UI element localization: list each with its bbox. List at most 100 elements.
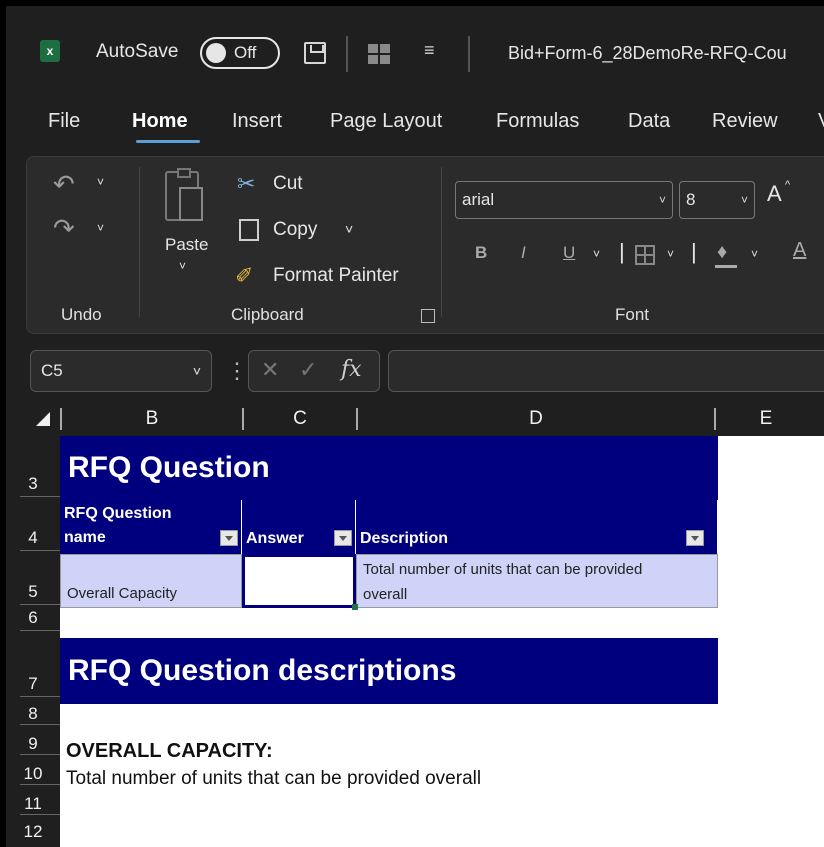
enter-icon[interactable]: ✓ (299, 357, 317, 383)
row-divider (20, 724, 60, 725)
tab-home[interactable]: Home (132, 110, 188, 133)
undo-icon[interactable]: ↶ (53, 169, 75, 200)
name-box-value: C5 (41, 361, 63, 380)
column-header-b[interactable]: B (62, 404, 242, 434)
undo-dropdown-icon[interactable]: ˅ (97, 175, 104, 189)
active-tab-indicator (136, 140, 200, 143)
tab-formulas[interactable]: Formulas (496, 110, 579, 133)
filter-dropdown-icon[interactable] (334, 530, 352, 546)
insert-function-icon[interactable]: fx (341, 357, 362, 382)
header-description-label: Description (360, 530, 449, 547)
worksheet-grid[interactable]: RFQ Question RFQ Question name Answer De… (60, 436, 824, 847)
format-painter-icon: ✐ (235, 263, 254, 288)
customize-toolbar-icon[interactable]: ≡ (424, 40, 435, 61)
save-icon[interactable] (304, 42, 326, 64)
fill-dropdown-icon[interactable]: ˅ (751, 247, 758, 261)
group-label-clipboard: Clipboard (231, 305, 304, 324)
chevron-down-icon: ˅ (740, 193, 748, 207)
autosave-toggle[interactable]: Off (200, 37, 280, 69)
column-header-d[interactable]: D (358, 404, 714, 434)
redo-dropdown-icon[interactable]: ˅ (97, 221, 104, 235)
fill-color-icon[interactable]: ♦ (717, 241, 727, 264)
group-label-undo: Undo (61, 305, 102, 324)
tab-page-layout[interactable]: Page Layout (330, 110, 442, 133)
cell-name-value: Overall Capacity (67, 585, 178, 602)
header-name-label: RFQ Question name (64, 505, 172, 546)
row-header-7[interactable]: 7 (6, 674, 60, 694)
tab-file[interactable]: File (48, 110, 80, 133)
tab-insert[interactable]: Insert (232, 110, 282, 133)
row-header-3[interactable]: 3 (6, 474, 60, 494)
cell-description[interactable]: Total number of units that can be provid… (356, 554, 718, 608)
redo-icon[interactable]: ↷ (53, 213, 75, 244)
paste-dropdown-icon[interactable]: ˅ (179, 259, 186, 273)
name-box[interactable]: C5 ˅ (30, 350, 212, 392)
row-header-11[interactable]: 11 (6, 794, 60, 814)
row-header-12[interactable]: 12 (6, 822, 60, 842)
row-divider (20, 696, 60, 697)
borders-dropdown-icon[interactable]: ˅ (667, 247, 674, 261)
row-header-10[interactable]: 10 (6, 764, 60, 784)
header-cell-answer[interactable]: Answer (242, 500, 356, 554)
column-header-e[interactable]: E (716, 404, 816, 434)
header-answer-label: Answer (246, 530, 304, 547)
fill-color-bar (715, 265, 737, 268)
font-name-value: arial (462, 190, 495, 209)
bold-button[interactable]: B (475, 243, 487, 263)
group-divider (139, 167, 140, 317)
copy-icon (239, 219, 259, 241)
selected-cell-c5[interactable] (242, 554, 358, 610)
row-header-4[interactable]: 4 (6, 528, 60, 548)
row-divider (20, 754, 60, 755)
document-title: Bid+Form-6_28DemoRe-RFQ-Cou (508, 43, 787, 63)
group-divider (441, 167, 442, 317)
grow-font-button[interactable]: A (767, 181, 782, 207)
row-header-5[interactable]: 5 (6, 582, 60, 602)
paste-icon[interactable] (165, 168, 203, 221)
underline-button[interactable]: U (563, 243, 575, 263)
font-color-button[interactable]: A (793, 239, 806, 262)
table-icon[interactable] (368, 44, 390, 64)
tab-data[interactable]: Data (628, 110, 670, 133)
select-all-icon[interactable] (36, 412, 50, 426)
format-painter-button[interactable]: Format Painter (273, 265, 399, 287)
ribbon: ↶ ˅ ↷ ˅ Undo Paste ˅ ✂ Cut Copy ˅ ✐ Form… (26, 156, 824, 334)
cut-button[interactable]: Cut (273, 173, 303, 195)
group-label-font: Font (615, 305, 650, 324)
copy-button[interactable]: Copy (273, 219, 317, 241)
formula-input[interactable] (388, 350, 824, 392)
font-size-select[interactable]: 8 ˅ (679, 181, 755, 219)
cell-overall-capacity[interactable]: Overall Capacity (60, 554, 242, 608)
italic-button[interactable]: I (521, 243, 526, 263)
more-icon[interactable]: ⋮ (226, 358, 248, 384)
title-bar: x AutoSave Off ≡ Bid+Form-6_28DemoRe-RFQ… (6, 6, 824, 96)
rfq-descriptions-title: RFQ Question descriptions (60, 638, 718, 704)
font-name-select[interactable]: arial ˅ (455, 181, 673, 219)
toggle-knob (206, 43, 226, 63)
excel-logo-icon: x (40, 40, 60, 62)
paste-button[interactable]: Paste (165, 235, 208, 255)
filter-dropdown-icon[interactable] (686, 530, 704, 546)
column-header-c[interactable]: C (244, 404, 356, 434)
divider: | (691, 239, 697, 264)
capacity-description: Total number of units that can be provid… (66, 768, 482, 789)
copy-dropdown-icon[interactable]: ˅ (345, 221, 353, 237)
row-header-9[interactable]: 9 (6, 734, 60, 754)
chevron-down-icon: ˅ (192, 363, 201, 379)
header-cell-name[interactable]: RFQ Question name (60, 500, 242, 554)
underline-dropdown-icon[interactable]: ˅ (593, 247, 600, 261)
filter-dropdown-icon[interactable] (220, 530, 238, 546)
autosave-state: Off (234, 43, 257, 62)
chevron-down-icon: ˅ (658, 193, 666, 207)
row-header-6[interactable]: 6 (6, 608, 60, 628)
tab-review[interactable]: Review (712, 110, 778, 133)
cell-description-value: Total number of units that can be provid… (363, 561, 643, 603)
row-header-8[interactable]: 8 (6, 704, 60, 724)
autosave-label: AutoSave (96, 41, 179, 62)
borders-icon[interactable] (635, 245, 655, 265)
header-cell-description[interactable]: Description (356, 500, 718, 554)
caret-up-icon: ^ (785, 179, 791, 191)
tab-view[interactable]: V (818, 110, 824, 133)
cancel-icon[interactable]: ✕ (261, 357, 279, 383)
clipboard-launcher-icon[interactable] (421, 309, 435, 323)
